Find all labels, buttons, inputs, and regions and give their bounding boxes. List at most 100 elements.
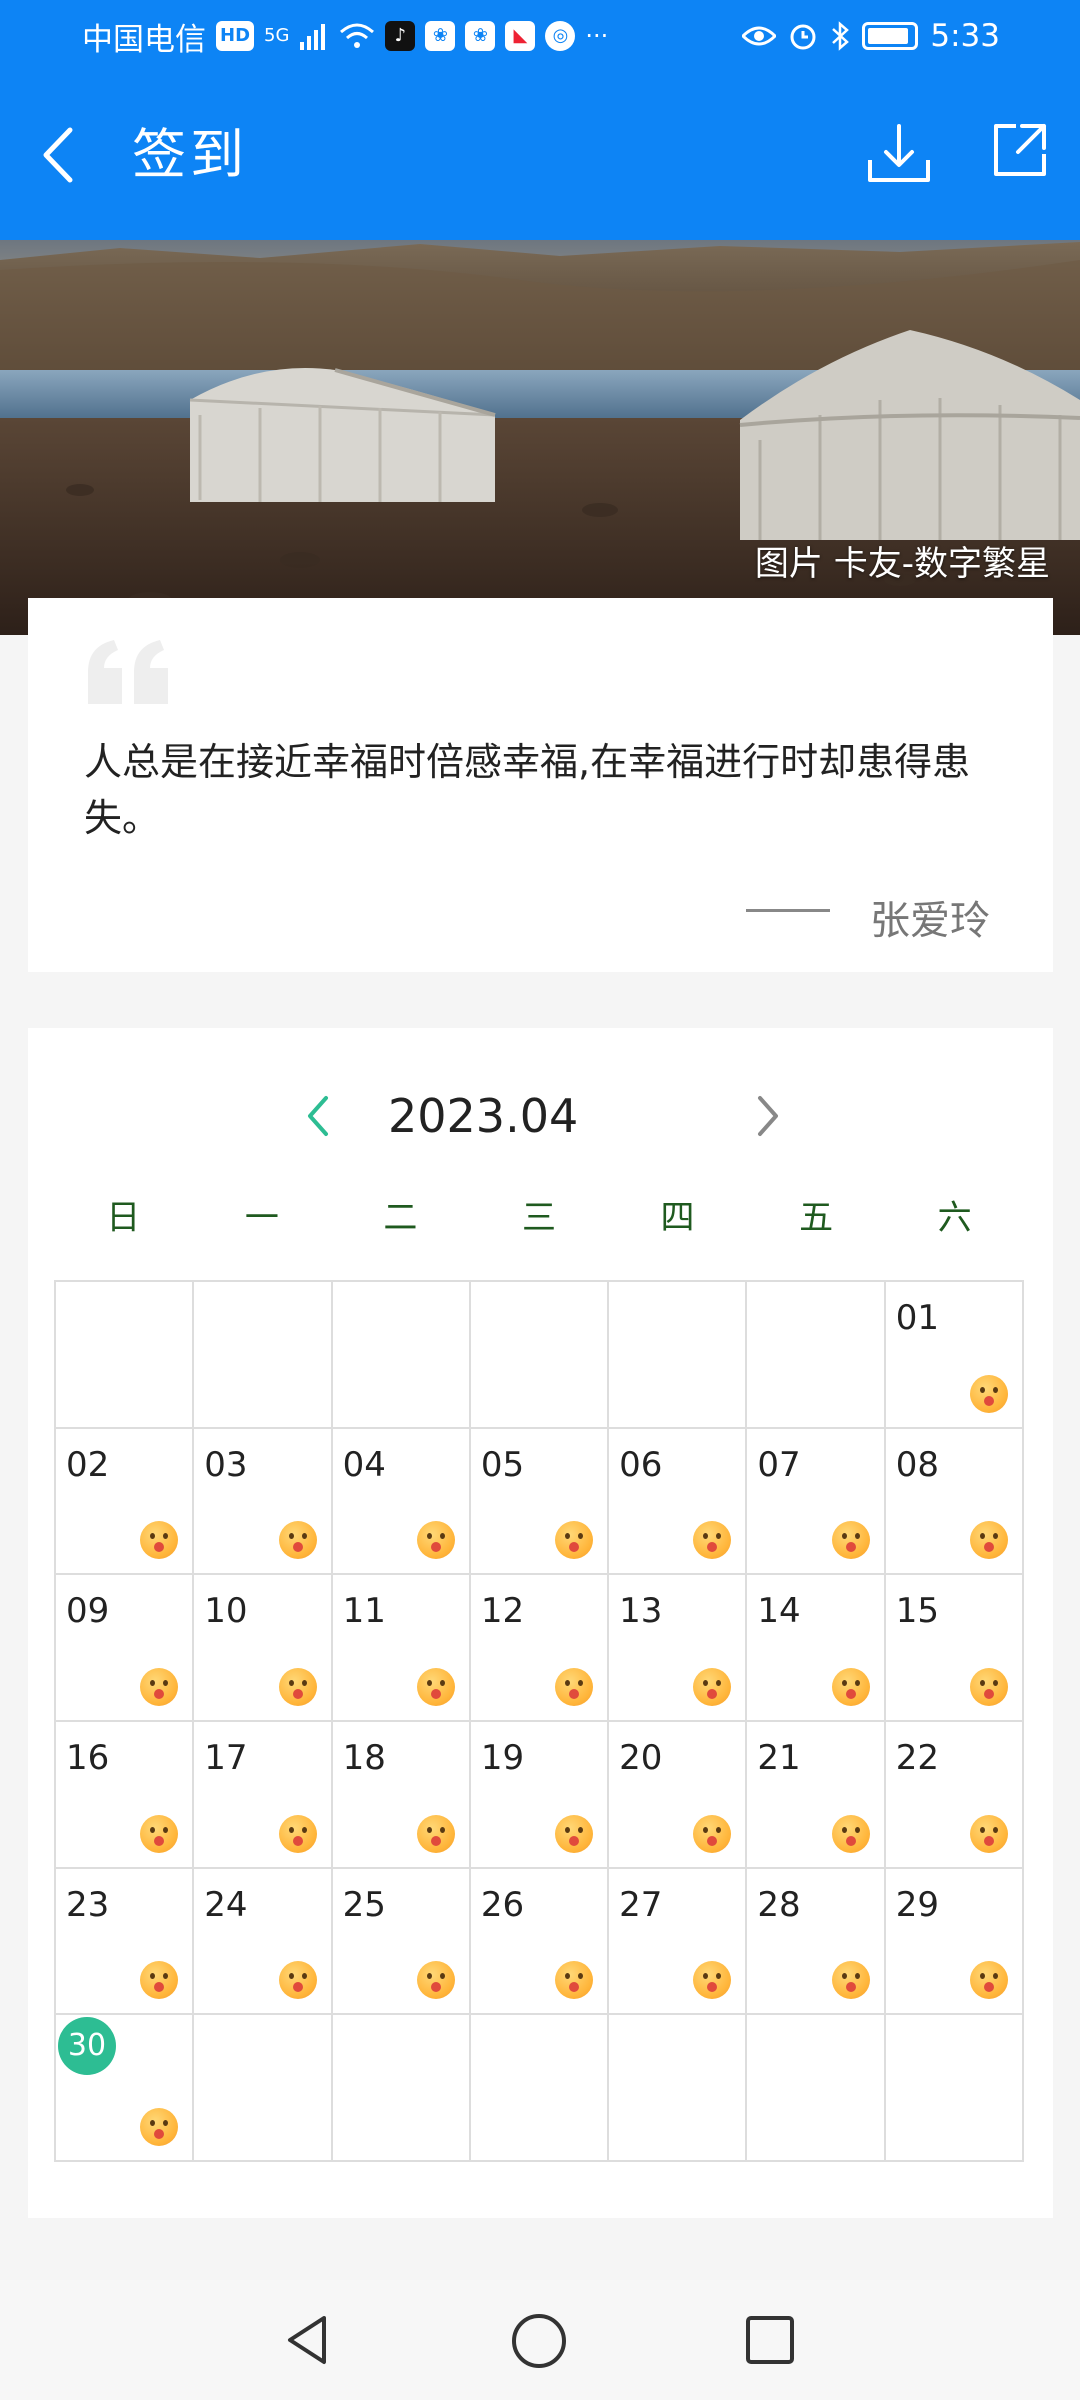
day-number: 07	[757, 1444, 801, 1485]
day-number: 02	[66, 1444, 110, 1485]
checkin-smiley-icon	[970, 1521, 1008, 1560]
download-icon[interactable]	[864, 120, 934, 190]
calendar-day-cell[interactable]: 17	[194, 1722, 333, 1869]
calendar-empty-cell	[747, 1282, 886, 1429]
calendar-empty-cell	[194, 1282, 333, 1429]
calendar-day-cell[interactable]: 16	[56, 1722, 195, 1869]
calendar-day-cell[interactable]: 24	[194, 1868, 333, 2016]
calendar-day-cell[interactable]: 11	[332, 1575, 471, 1722]
previous-month-icon[interactable]	[298, 1088, 338, 1144]
baidu-icon: ❀	[465, 21, 496, 51]
day-number: 22	[895, 1738, 939, 1778]
checkin-smiley-icon	[831, 1961, 870, 2000]
calendar-empty-cell	[194, 2015, 333, 2162]
day-number: 05	[480, 1444, 525, 1485]
tiktok-icon: ♪	[385, 21, 416, 51]
calendar-day-cell[interactable]: 07	[747, 1428, 886, 1576]
day-number: 03	[204, 1444, 248, 1485]
calendar-day-cell[interactable]: 10	[194, 1575, 333, 1722]
calendar-card: 2023.04 日 一 二 三 四 五 六 01 02 03 04 05 06 07 08 09 10 11 12…	[28, 1028, 1053, 2218]
nav-home-icon[interactable]	[510, 2312, 568, 2370]
day-number: 25	[342, 1884, 386, 1925]
day-number: 27	[619, 1884, 663, 1925]
day-number: 13	[619, 1591, 663, 1632]
calendar-day-cell[interactable]: 23	[56, 1868, 195, 2016]
calendar-day-cell[interactable]: 29	[885, 1868, 1024, 2016]
calendar-empty-cell	[609, 1282, 748, 1429]
quote-card: 人总是在接近幸福时倍感幸福,在幸福进行时却患得患失。 张爱玲	[28, 598, 1053, 972]
day-number: 29	[895, 1884, 939, 1925]
calendar-day-cell[interactable]: 30	[56, 2015, 195, 2162]
battery-icon	[862, 22, 919, 50]
calendar-day-cell[interactable]: 21	[747, 1722, 886, 1869]
chevron-left-icon[interactable]	[30, 122, 90, 188]
weekday-label: 三	[521, 1198, 556, 1238]
wifi-icon	[340, 23, 375, 48]
image-credit: 图片 卡友-数字繁星	[754, 544, 1050, 584]
nav-back-icon[interactable]	[280, 2312, 336, 2368]
calendar-day-cell[interactable]: 08	[885, 1428, 1024, 1576]
day-number: 19	[480, 1738, 525, 1778]
checkin-smiley-icon	[416, 1814, 455, 1853]
calendar-day-cell[interactable]: 18	[332, 1722, 471, 1869]
carrier-label: 中国电信	[82, 21, 206, 58]
status-left: 中国电信 HD 5G ♪ ❀ ❀ ◣ ◎ ···	[82, 16, 608, 58]
weekday-label: 二	[383, 1198, 418, 1238]
calendar-day-cell[interactable]: 12	[470, 1575, 610, 1722]
calendar-day-cell[interactable]: 28	[747, 1868, 886, 2016]
eye-icon	[742, 26, 777, 46]
next-month-icon[interactable]	[748, 1088, 788, 1144]
nav-recent-apps-icon[interactable]	[744, 2314, 796, 2366]
calendar-day-cell[interactable]: 25	[332, 1868, 471, 2016]
weekday-label: 日	[106, 1198, 141, 1238]
day-number: 16	[66, 1738, 110, 1778]
calendar-day-cell[interactable]: 09	[56, 1575, 195, 1722]
checkin-smiley-icon	[831, 1814, 870, 1853]
day-number: 09	[66, 1591, 110, 1632]
calendar-day-cell[interactable]: 19	[470, 1722, 610, 1869]
checkin-smiley-icon	[970, 1961, 1008, 2000]
checkin-smiley-icon	[140, 1961, 179, 2000]
checkin-smiley-icon	[555, 1961, 594, 2000]
checkin-smiley-icon	[278, 1961, 317, 2000]
calendar-day-cell[interactable]: 27	[609, 1868, 748, 2016]
clock-label: 5:33	[930, 18, 1000, 54]
calendar-day-cell[interactable]: 03	[194, 1428, 333, 1576]
checkin-smiley-icon	[555, 1814, 594, 1853]
calendar-day-cell[interactable]: 14	[747, 1575, 886, 1722]
day-number: 11	[342, 1591, 386, 1632]
checkin-smiley-icon	[693, 1668, 732, 1706]
calendar-day-cell[interactable]: 20	[609, 1722, 748, 1869]
calendar-day-cell[interactable]: 22	[885, 1722, 1024, 1869]
weekday-label: 四	[660, 1198, 695, 1238]
calendar-month: 2023.04	[388, 1089, 579, 1143]
calendar-day-cell[interactable]: 04	[332, 1428, 471, 1576]
weekday-label: 五	[799, 1198, 834, 1238]
calendar-day-cell[interactable]: 06	[609, 1428, 748, 1576]
network-label: 5G	[264, 25, 290, 46]
status-right: 5:33	[742, 16, 1000, 56]
day-number: 04	[342, 1444, 386, 1485]
calendar-day-cell[interactable]: 13	[609, 1575, 748, 1722]
day-number: 23	[66, 1884, 110, 1925]
signal-icon	[300, 24, 326, 50]
share-icon[interactable]	[990, 120, 1050, 180]
checkin-smiley-icon	[416, 1668, 455, 1706]
bluetooth-icon	[832, 21, 850, 51]
weekday-label: 六	[937, 1198, 972, 1238]
calendar-day-cell[interactable]: 15	[885, 1575, 1024, 1722]
day-number: 17	[204, 1738, 248, 1778]
calendar-day-cell[interactable]: 02	[56, 1428, 195, 1576]
day-number: 12	[480, 1591, 525, 1632]
day-number: 10	[204, 1591, 248, 1632]
checkin-smiley-icon	[416, 1961, 455, 2000]
checkin-smiley-icon	[555, 1521, 594, 1560]
weekday-header: 日一二三四五六	[54, 1183, 1024, 1253]
calendar-day-cell[interactable]: 01	[885, 1282, 1024, 1429]
calendar-empty-cell	[470, 1282, 610, 1429]
calendar-empty-cell	[747, 2015, 886, 2162]
checkin-smiley-icon	[140, 1814, 179, 1853]
calendar-day-cell[interactable]: 26	[470, 1868, 610, 2016]
calendar-day-cell[interactable]: 05	[470, 1428, 610, 1576]
checkin-smiley-icon	[970, 1668, 1008, 1706]
